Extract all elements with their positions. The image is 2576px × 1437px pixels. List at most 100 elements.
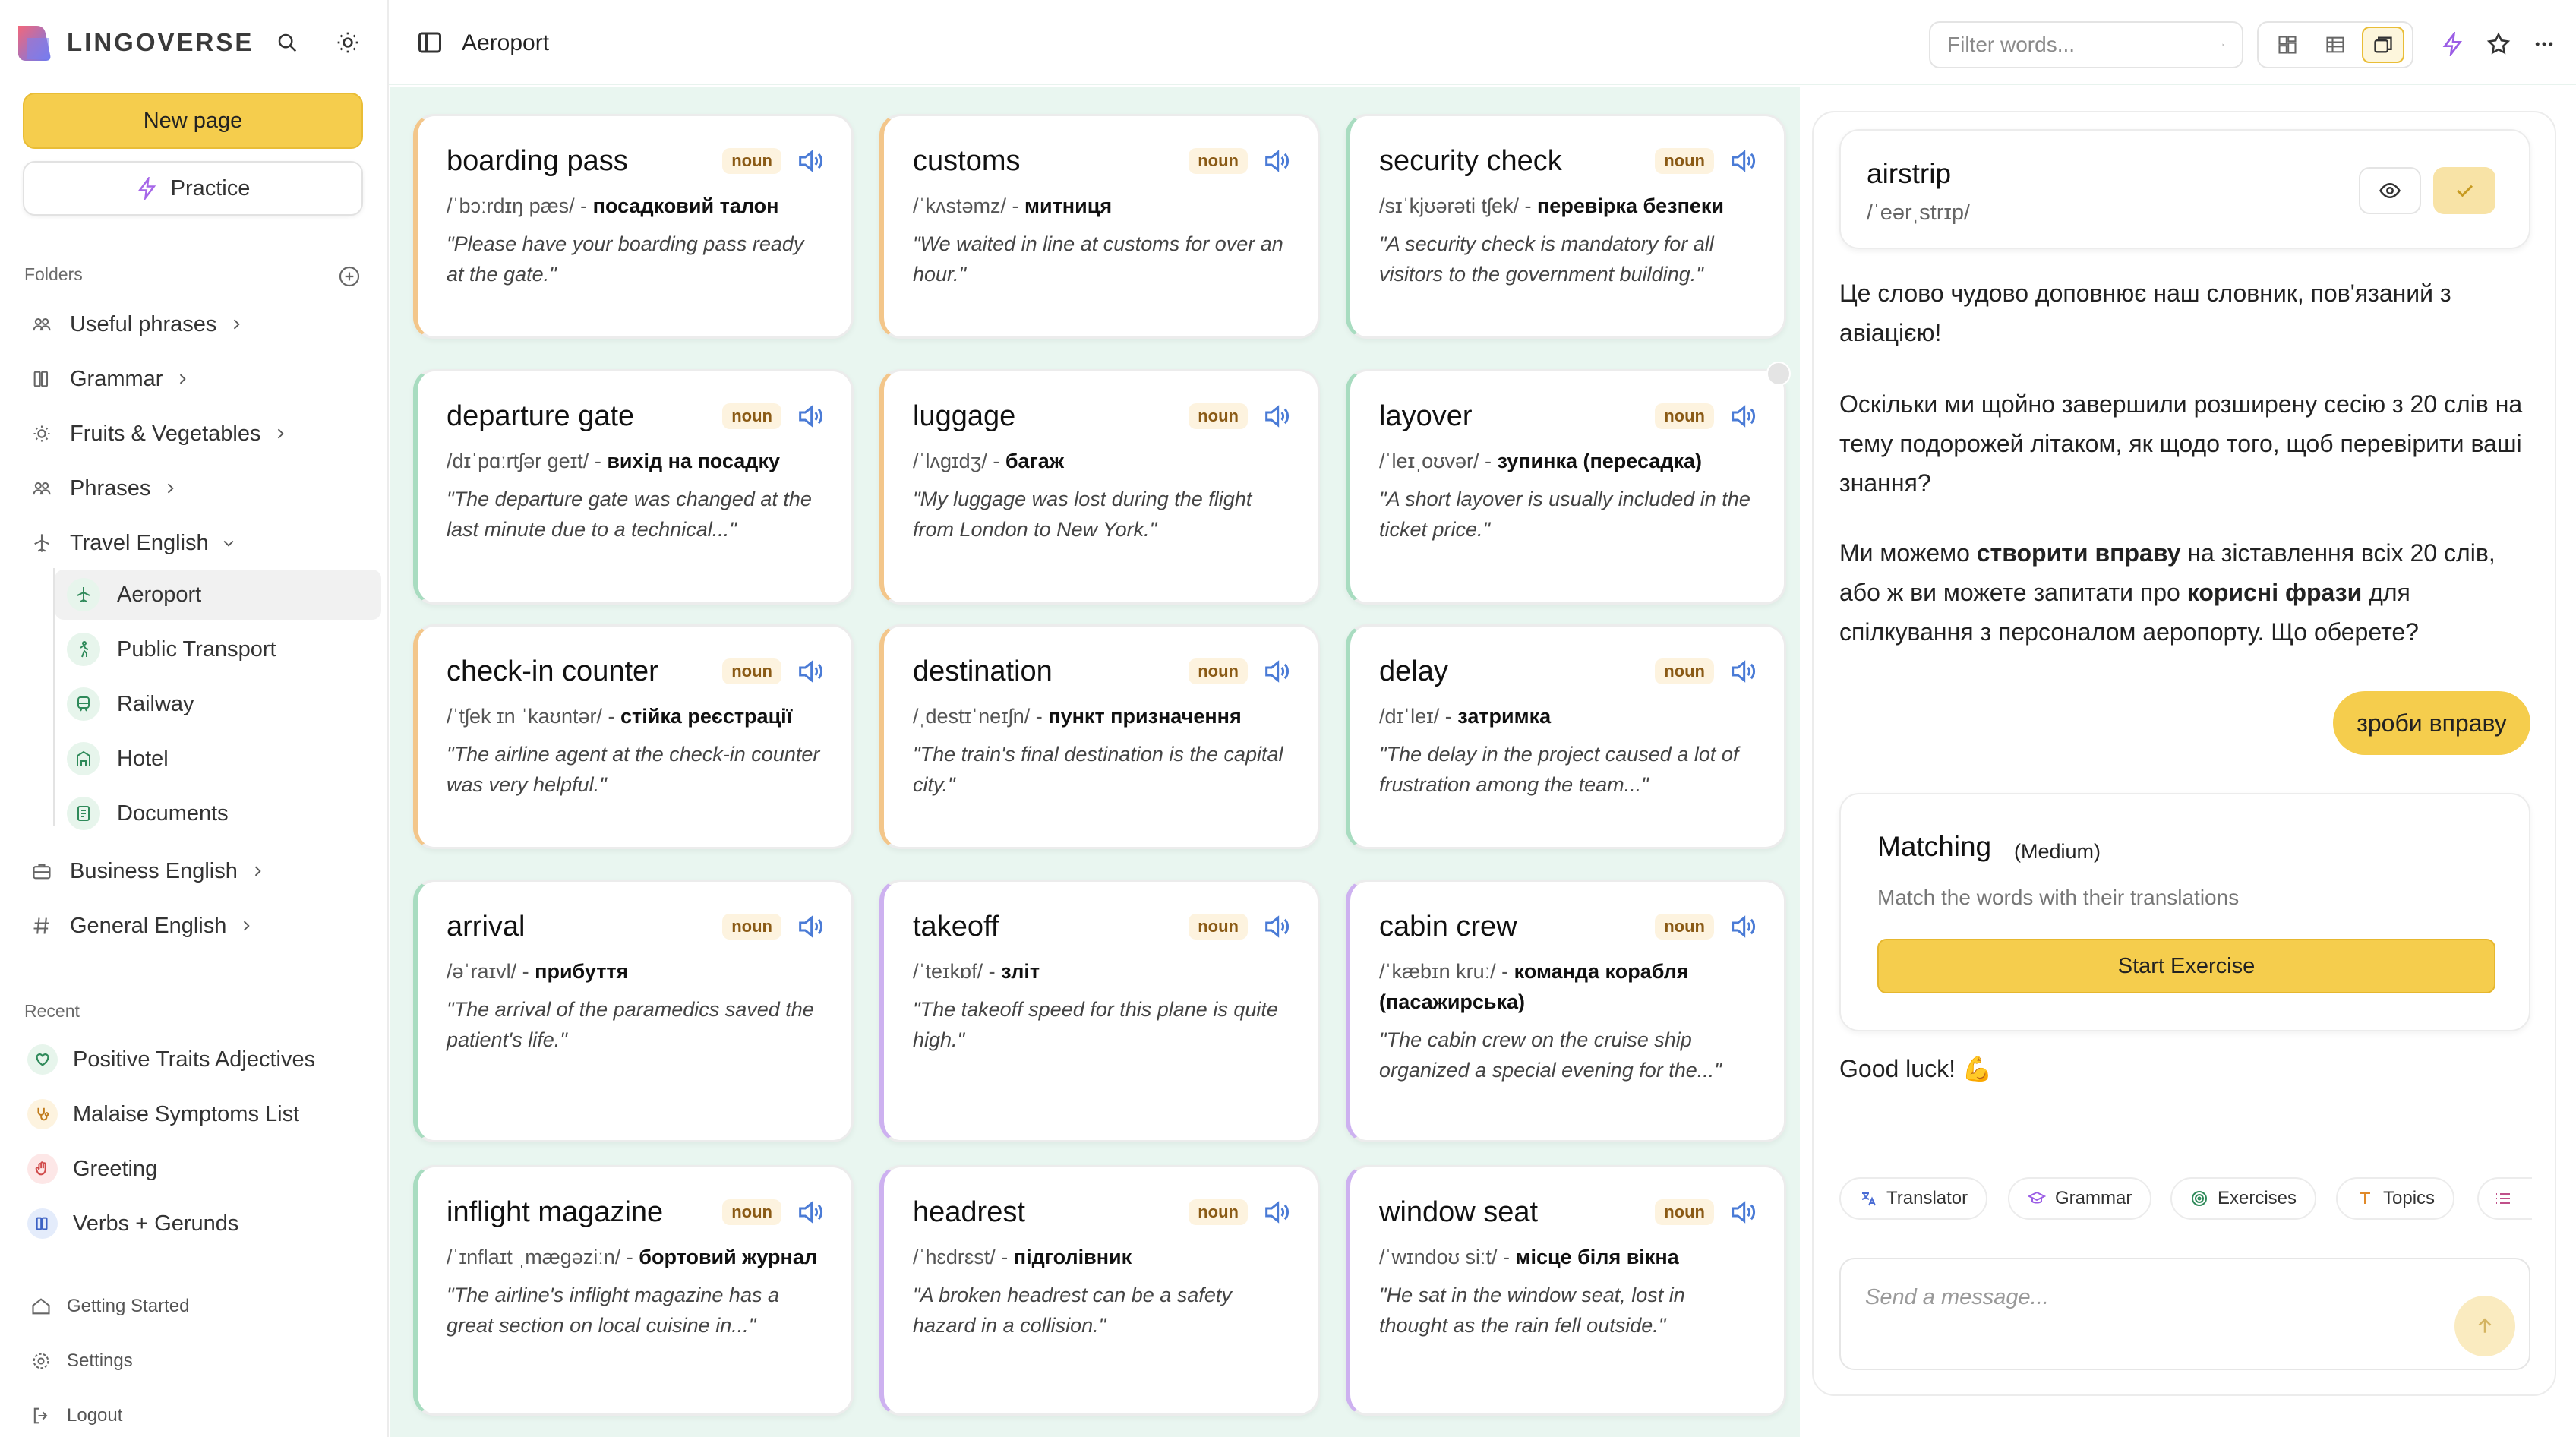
folder-label: Fruits & Vegetables (70, 421, 261, 446)
logout-link[interactable]: Logout (30, 1405, 122, 1426)
folder-phrases[interactable]: Phrases (30, 463, 178, 513)
new-page-button[interactable]: New page (23, 93, 363, 149)
card-translation: стійка реєстрації (620, 705, 793, 728)
word-card[interactable]: takeoff noun/ˈteɪkɒf/ - зліт "The takeoff … (879, 880, 1320, 1142)
word-card[interactable]: departure gate noun/dɪˈpɑːrtʃər ɡeɪt/ - в… (413, 369, 854, 605)
chip-translator[interactable]: Translator (1839, 1177, 1988, 1220)
message-input[interactable] (1865, 1285, 2397, 1310)
word-card[interactable]: inflight magazine noun/ˈɪnflaɪt ˌmæɡəziːn… (413, 1165, 854, 1416)
card-word: destination (913, 655, 1053, 687)
card-translation: вихід на посадку (607, 450, 780, 472)
speaker-icon[interactable] (1261, 1197, 1292, 1227)
scrollbar-handle[interactable] (1766, 362, 1791, 386)
word-card[interactable]: headrest noun/ˈhɛdrɛst/ - підголівник "A b… (879, 1165, 1320, 1416)
folder-grammar[interactable]: Grammar (30, 354, 190, 404)
add-folder-icon[interactable] (337, 264, 361, 289)
sidebar-item-documents[interactable]: Documents (67, 788, 229, 839)
sidebar-toggle-icon[interactable] (416, 29, 444, 56)
speaker-icon[interactable] (1728, 911, 1758, 942)
practice-button[interactable]: Practice (23, 161, 363, 216)
getting-started-link[interactable]: Getting Started (30, 1296, 189, 1317)
make-exercise-button[interactable]: зроби вправу (2333, 691, 2530, 755)
people-icon (30, 477, 53, 500)
settings-link[interactable]: Settings (30, 1350, 133, 1372)
card-header: boarding pass noun (447, 144, 826, 178)
star-icon[interactable] (2483, 29, 2514, 59)
brand[interactable]: LINGOVERSE (14, 21, 254, 64)
speaker-icon[interactable] (1261, 656, 1292, 687)
recent-label: Recent (24, 1001, 80, 1021)
folder-business-english[interactable]: Business English (30, 846, 265, 896)
speaker-icon[interactable] (1261, 401, 1292, 431)
ipa: /ˈtʃek ɪn ˈkaʊntər/ (447, 705, 603, 728)
word-card[interactable]: window seat noun/ˈwɪndoʊ siːt/ - місце бі… (1346, 1165, 1786, 1416)
speaker-icon[interactable] (1261, 911, 1292, 942)
speaker-icon[interactable] (795, 401, 826, 431)
msg-bold: корисні фрази (2186, 579, 2363, 606)
logo-icon (18, 26, 51, 61)
plane-icon (67, 578, 100, 611)
ipa: /ˈleɪˌoʊvər/ (1379, 450, 1479, 472)
grid-view-icon[interactable] (2266, 27, 2309, 63)
word-card[interactable]: security check noun/sɪˈkjʊərəti tʃek/ - п… (1346, 114, 1786, 339)
word-card[interactable]: check-in counter noun/ˈtʃek ɪn ˈkaʊntər/ … (413, 624, 854, 849)
add-word-button[interactable] (2433, 167, 2496, 214)
send-button[interactable] (2454, 1296, 2515, 1356)
word-card[interactable]: destination noun/ˌdestɪˈneɪʃn/ - пункт пр… (879, 624, 1320, 849)
word-card[interactable]: boarding pass noun/ˈbɔːrdɪŋ pæs/ - посадк… (413, 114, 854, 339)
card-pronunciation: /dɪˈleɪ/ - затримка (1379, 705, 1552, 728)
recent-item[interactable]: Malaise Symptoms List (27, 1089, 299, 1139)
chip-exercises[interactable]: Exercises (2170, 1177, 2317, 1220)
speaker-icon[interactable] (795, 146, 826, 176)
card-example: "The departure gate was changed at the l… (447, 488, 812, 541)
card-example: "The takeoff speed for this plane is qui… (913, 998, 1278, 1051)
folder-useful-phrases[interactable]: Useful phrases (30, 299, 244, 349)
word-card[interactable]: delay noun/dɪˈleɪ/ - затримка "The delay i… (1346, 624, 1786, 849)
folder-travel-english[interactable]: Travel English (30, 518, 236, 568)
sidebar-item-public-transport[interactable]: Public Transport (67, 624, 276, 674)
card-example: "We waited in line at customs for over a… (913, 232, 1283, 286)
chip-topics[interactable]: Topics (2336, 1177, 2455, 1220)
card-example: "My luggage was lost during the flight f… (913, 488, 1252, 541)
folder-general-english[interactable]: General English (30, 901, 254, 951)
word-card[interactable]: arrival noun/əˈraɪvl/ - прибуття "The arri… (413, 880, 854, 1142)
sidebar-item-hotel[interactable]: Hotel (67, 734, 169, 784)
start-exercise-button[interactable]: Start Exercise (1877, 939, 2496, 993)
speaker-icon[interactable] (795, 911, 826, 942)
word-card[interactable]: cabin crew noun/ˈkæbɪn kruː/ - команда ко… (1346, 880, 1786, 1142)
part-of-speech-badge: noun (722, 914, 781, 940)
more-options-icon[interactable] (2529, 29, 2559, 59)
word-card[interactable]: customs noun/ˈkʌstəmz/ - митниця "We waite… (879, 114, 1320, 339)
chip-grammar[interactable]: Grammar (2008, 1177, 2152, 1220)
recent-item[interactable]: Verbs + Gerunds (27, 1199, 238, 1249)
speaker-icon[interactable] (1261, 146, 1292, 176)
table-view-icon[interactable] (2314, 27, 2357, 63)
search-icon[interactable] (272, 27, 302, 58)
filter-input[interactable] (1947, 33, 2221, 57)
card-word: delay (1379, 655, 1448, 687)
word-card[interactable]: layover noun/ˈleɪˌoʊvər/ - зупинка (перес… (1346, 369, 1786, 605)
word-card[interactable]: luggage noun/ˈlʌɡɪdʒ/ - багаж "My luggage … (879, 369, 1320, 605)
speaker-icon[interactable] (1728, 656, 1758, 687)
recent-item[interactable]: Positive Traits Adjectives (27, 1034, 315, 1085)
speaker-icon[interactable] (1728, 401, 1758, 431)
folder-fruits-vegetables[interactable]: Fruits & Vegetables (30, 409, 288, 459)
recent-item[interactable]: Greeting (27, 1144, 157, 1194)
card-word: cabin crew (1379, 910, 1517, 943)
folders-label: Folders (24, 264, 83, 284)
speaker-icon[interactable] (1728, 146, 1758, 176)
speaker-icon[interactable] (795, 656, 826, 687)
speaker-icon[interactable] (795, 1197, 826, 1227)
card-view-icon[interactable] (2362, 27, 2405, 63)
reveal-button[interactable] (2359, 167, 2421, 214)
sidebar-item-aeroport[interactable]: Aeroport (55, 570, 381, 620)
chip-more[interactable] (2477, 1177, 2532, 1220)
theme-toggle-icon[interactable] (333, 27, 363, 58)
lightning-icon[interactable] (2438, 29, 2468, 59)
card-header: luggage noun (913, 399, 1292, 434)
sidebar-item-railway[interactable]: Railway (67, 679, 194, 729)
speaker-icon[interactable] (1728, 1197, 1758, 1227)
chevron-right-icon (234, 319, 241, 330)
clear-icon[interactable] (2221, 36, 2225, 54)
train-icon (67, 687, 100, 721)
